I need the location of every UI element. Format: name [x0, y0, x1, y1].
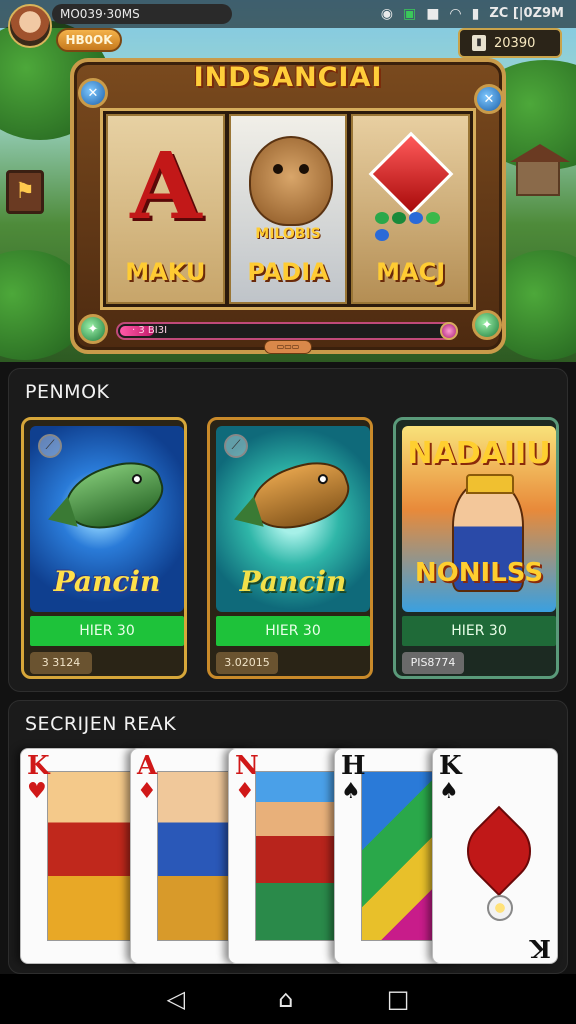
game-title: Pancin	[239, 565, 347, 598]
hut-illustration	[510, 144, 570, 196]
recent-apps-icon[interactable]: □	[387, 985, 410, 1013]
gems-icon	[375, 212, 455, 242]
playing-card[interactable]: K ♥	[20, 748, 146, 964]
fishing-rod-icon: ⟋	[224, 434, 248, 458]
heart-suit-icon: ♥	[27, 779, 47, 804]
green-gem-icon: ✦	[78, 314, 108, 344]
square-icon: ■	[426, 6, 440, 22]
reel: MILOBIS PADIA	[228, 114, 348, 304]
status-bar: MO039·30MS ◉ ▣ ■ ◠ ▮ ZC [|0Z9M	[0, 0, 576, 28]
progress-text: · 3 BI3I	[132, 325, 168, 336]
reel-label: MAKU	[125, 258, 206, 286]
reel-label: MACJ	[376, 258, 446, 286]
price-tag: 3.02015	[216, 652, 278, 674]
balance-value: 20390	[494, 35, 536, 51]
card-rank: K	[439, 751, 462, 781]
fish-icon	[57, 452, 171, 540]
profile-badge[interactable]: HB0OK	[56, 28, 122, 52]
game-card[interactable]: ⟋ Pancin HIER 30 3 3124	[21, 417, 187, 679]
price-tag: 3 3124	[30, 652, 92, 674]
section-title: SECRIJEN REAK	[25, 713, 177, 735]
lantern-icon[interactable]: ⚑	[6, 170, 44, 214]
slot-machine-title: INDSANCIAI	[193, 62, 383, 93]
avatar[interactable]	[8, 4, 52, 48]
fishing-games-panel: PENMOK ⟋ Pancin HIER 30 3 3124 ⟋ Pancin …	[8, 368, 568, 692]
game-card-art: ⟋ Pancin	[216, 426, 370, 612]
play-button[interactable]: HIER 30	[402, 616, 556, 646]
game-card[interactable]: ⟋ Pancin HIER 30 3.02015	[207, 417, 373, 679]
fishing-rod-icon: ⟋	[38, 434, 62, 458]
fish-icon	[243, 452, 357, 540]
play-button[interactable]: HIER 30	[30, 616, 184, 646]
game-title: Pancin	[53, 565, 161, 598]
goat-icon	[248, 136, 333, 226]
wifi-icon: ◠	[449, 6, 462, 22]
system-nav-bar: ◁ ⌂ □	[0, 974, 576, 1024]
spade-suit-icon: ♠	[341, 779, 361, 804]
card-rank: H	[341, 751, 366, 781]
slot-reels: A MAKU MILOBIS PADIA MACJ	[100, 108, 476, 310]
price-tag: PIS8774	[402, 652, 464, 674]
progress-bar: · 3 BI3I	[116, 322, 458, 340]
spade-suit-icon: ♠	[439, 779, 459, 804]
wallet-icon: ▮	[472, 35, 486, 51]
home-icon[interactable]: ⌂	[278, 985, 293, 1013]
progress-knob-icon	[440, 322, 458, 340]
reel-symbol-letter: A	[130, 132, 202, 240]
play-button[interactable]: HIER 30	[216, 616, 370, 646]
diamond-suit-icon: ♦	[235, 779, 255, 804]
game-title-top: NADAIIU	[407, 436, 551, 471]
game-card[interactable]: NADAIIU NONILSS HIER 30 PIS8774	[393, 417, 559, 679]
card-rank-bottom: K	[530, 934, 551, 963]
game-card-art: ⟋ Pancin	[30, 426, 184, 612]
signal-icon: ▮	[471, 6, 480, 22]
notification-icon: ◉	[380, 6, 393, 22]
flower-icon	[453, 805, 545, 897]
card-rank: K	[27, 751, 50, 781]
close-icon[interactable]: ✕	[78, 78, 108, 108]
section-title: PENMOK	[25, 381, 110, 403]
settings-icon[interactable]: ✕	[474, 84, 504, 114]
diamond-suit-icon: ♦	[137, 779, 157, 804]
balance-display[interactable]: ▮ 20390	[458, 28, 562, 58]
message-icon: ▣	[402, 6, 417, 22]
card-rank: A	[137, 751, 158, 781]
status-time: ZC [|0Z9M	[489, 6, 564, 21]
status-bar-title: MO039·30MS	[52, 4, 232, 24]
game-title-bottom: NONILSS	[414, 558, 544, 588]
back-icon[interactable]: ◁	[167, 985, 185, 1013]
card-art	[47, 771, 141, 941]
green-gem-icon: ✦	[472, 310, 502, 340]
status-icons: ◉ ▣ ■ ◠ ▮ ZC [|0Z9M	[381, 4, 564, 24]
diamond-icon	[368, 131, 454, 217]
reel: MACJ	[351, 114, 471, 304]
card-rank: N	[235, 751, 259, 781]
reel-label: PADIA	[247, 258, 329, 286]
reel: A MAKU	[106, 114, 225, 304]
spin-button[interactable]: ▭▭▭	[264, 340, 312, 354]
daisy-icon	[487, 895, 513, 921]
reel-sublabel: MILOBIS	[255, 226, 321, 242]
game-card-art: NADAIIU NONILSS	[402, 426, 556, 612]
playing-card[interactable]: K ♠ K	[432, 748, 558, 964]
